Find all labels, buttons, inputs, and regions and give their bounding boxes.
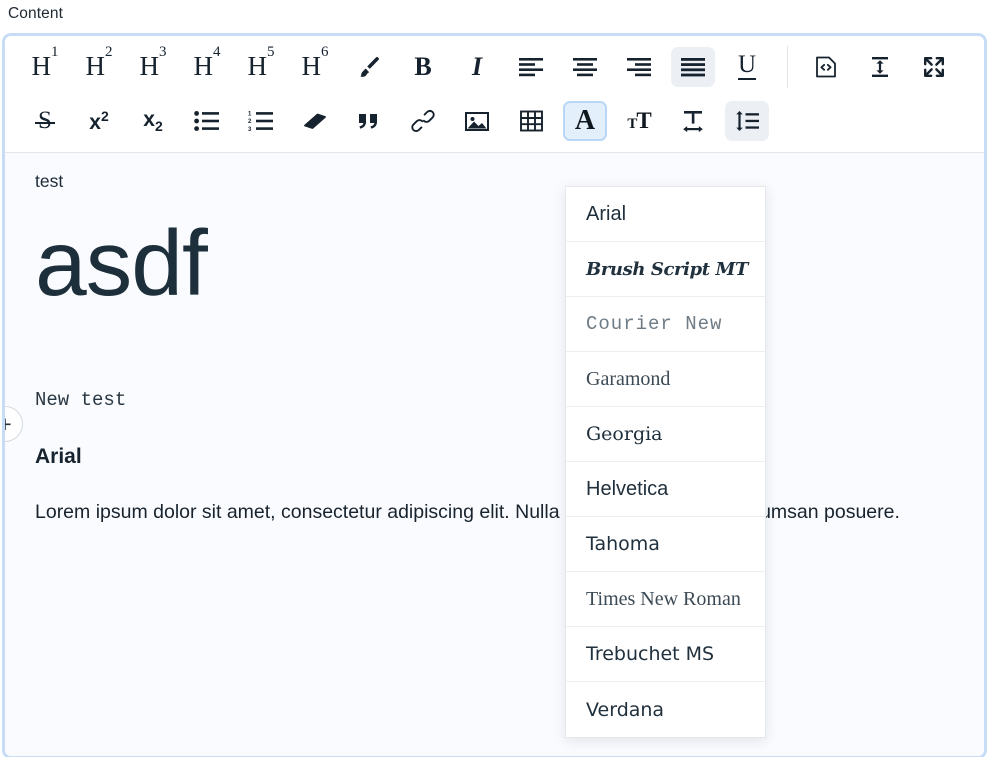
italic-glyph: I [471, 51, 483, 81]
letter-spacing-button[interactable] [671, 101, 715, 141]
brush-icon [356, 54, 382, 80]
font-option-helvetica[interactable]: Helvetica [566, 462, 765, 517]
source-code-icon [813, 54, 839, 80]
heading-1-button[interactable]: H1 [23, 43, 67, 87]
svg-text:3: 3 [248, 127, 252, 131]
strikethrough-button[interactable]: S [23, 101, 67, 141]
editor-content-area[interactable]: + test asdf New test Arial Lorem ipsum d… [5, 153, 984, 756]
source-code-button[interactable] [804, 47, 848, 87]
align-center-icon [572, 57, 598, 77]
heading-5-glyph: H5 [247, 43, 275, 81]
align-left-icon [518, 57, 544, 77]
link-icon [410, 108, 436, 134]
subscript-glyph: x2 [143, 107, 163, 135]
bold-button[interactable]: B [401, 47, 445, 87]
font-option-trebuchet-ms[interactable]: Trebuchet MS [566, 627, 765, 682]
heading-4-glyph: H4 [193, 43, 221, 81]
heading-6-button[interactable]: H6 [293, 43, 337, 87]
bullet-list-button[interactable] [185, 101, 229, 141]
heading-1-glyph: H1 [31, 43, 59, 81]
font-option-times-new-roman[interactable]: Times New Roman [566, 572, 765, 627]
superscript-button[interactable]: x2 [77, 101, 121, 141]
align-left-button[interactable] [509, 47, 553, 87]
document-line-asdf: asdf [35, 211, 208, 315]
document-paragraph-lorem: Lorem ipsum dolor sit amet, consectetur … [35, 501, 900, 524]
insert-image-button[interactable] [455, 101, 499, 141]
document-line-arial: Arial [35, 445, 82, 469]
rich-text-editor: H1 H2 H3 H4 H5 H6 B I U S x2 x2 1 2 3 A … [2, 33, 987, 757]
toolbar-row-1: H1 H2 H3 H4 H5 H6 B I U [5, 40, 984, 93]
svg-text:2: 2 [248, 119, 252, 125]
font-size-icon: TT [627, 108, 651, 133]
font-option-georgia[interactable]: Georgia [566, 407, 765, 462]
bullet-list-icon [194, 111, 220, 131]
line-spacing-button[interactable] [725, 101, 769, 141]
align-center-button[interactable] [563, 47, 607, 87]
table-icon [519, 109, 544, 133]
bold-glyph: B [414, 51, 432, 81]
underline-button[interactable]: U [725, 47, 769, 87]
font-option-arial[interactable]: Arial [566, 187, 765, 242]
vertical-arrow-icon [867, 54, 893, 80]
letter-spacing-icon [680, 109, 706, 133]
clear-formatting-button[interactable] [293, 101, 337, 141]
heading-2-glyph: H2 [85, 43, 113, 81]
font-family-button[interactable]: A [563, 101, 607, 141]
font-option-brush-script-mt[interactable]: Brush Script MT [566, 242, 765, 297]
heading-6-glyph: H6 [301, 43, 329, 81]
font-option-garamond[interactable]: Garamond [566, 352, 765, 407]
underline-glyph: U [737, 51, 757, 80]
numbered-list-icon: 1 2 3 [248, 111, 274, 131]
document-line-test: test [35, 171, 64, 191]
fullscreen-icon [921, 54, 947, 80]
insert-link-button[interactable] [401, 101, 445, 141]
document-line-new-test: New test [35, 389, 127, 412]
image-icon [464, 110, 490, 133]
insert-table-button[interactable] [509, 101, 553, 141]
blockquote-button[interactable] [347, 101, 391, 141]
align-right-icon [626, 57, 652, 77]
heading-2-button[interactable]: H2 [77, 43, 121, 87]
eraser-icon [302, 110, 328, 132]
strikethrough-glyph: S [35, 107, 55, 134]
content-field-label: Content [8, 5, 63, 22]
font-option-tahoma[interactable]: Tahoma [566, 517, 765, 572]
line-height-vertical-button[interactable] [858, 47, 902, 87]
font-option-courier-new[interactable]: Courier New [566, 297, 765, 352]
font-family-glyph: A [574, 105, 596, 136]
toolbar-row-2: S x2 x2 1 2 3 A TT [5, 93, 984, 149]
subscript-button[interactable]: x2 [131, 101, 175, 141]
align-justify-icon [680, 57, 706, 77]
line-spacing-icon [734, 110, 760, 132]
align-justify-button[interactable] [671, 46, 715, 87]
heading-3-glyph: H3 [139, 43, 167, 81]
add-block-button[interactable]: + [5, 406, 23, 442]
numbered-list-button[interactable]: 1 2 3 [239, 101, 283, 141]
font-option-verdana[interactable]: Verdana [566, 682, 765, 737]
heading-5-button[interactable]: H5 [239, 43, 283, 87]
svg-text:1: 1 [248, 112, 252, 118]
align-right-button[interactable] [617, 47, 661, 87]
superscript-glyph: x2 [89, 107, 109, 134]
heading-4-button[interactable]: H4 [185, 43, 229, 87]
text-color-brush-button[interactable] [347, 47, 391, 87]
italic-button[interactable]: I [455, 47, 499, 87]
toolbar-divider [787, 45, 788, 88]
quote-icon [356, 110, 382, 132]
font-family-dropdown[interactable]: Arial Brush Script MT Courier New Garamo… [565, 186, 766, 738]
fullscreen-button[interactable] [912, 47, 956, 87]
editor-toolbar: H1 H2 H3 H4 H5 H6 B I U S x2 x2 1 2 3 A … [5, 36, 984, 153]
heading-3-button[interactable]: H3 [131, 43, 175, 87]
font-size-button[interactable]: TT [617, 101, 661, 141]
editor-page: Content H1 H2 H3 H4 H5 H6 B I U S x2 x2 … [0, 0, 987, 757]
